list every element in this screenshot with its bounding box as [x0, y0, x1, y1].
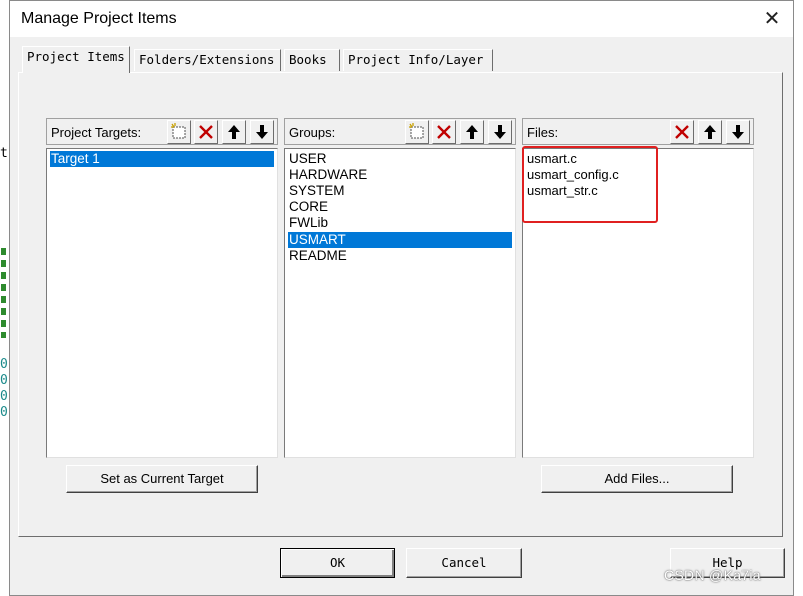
targets-header: Project Targets:	[46, 118, 278, 145]
editor-char: 0	[0, 373, 8, 388]
move-target-down-button[interactable]	[250, 120, 274, 144]
groups-header-label: Groups:	[289, 125, 336, 140]
delete-file-button[interactable]	[670, 120, 694, 144]
targets-header-label: Project Targets:	[51, 125, 142, 140]
tab-folders-extensions[interactable]: Folders/Extensions	[134, 49, 281, 71]
editor-comment-glyphs	[1, 248, 6, 338]
highlight-annotation	[522, 146, 658, 223]
move-up-icon	[228, 125, 240, 139]
delete-icon	[437, 125, 451, 139]
groups-list[interactable]: USER HARDWARE SYSTEM CORE FWLib USMART R…	[284, 148, 516, 458]
move-file-down-button[interactable]	[726, 120, 750, 144]
list-item[interactable]: HARDWARE	[288, 167, 512, 183]
new-item-icon	[171, 123, 186, 139]
editor-char: 0	[0, 389, 8, 404]
list-item[interactable]: SYSTEM	[288, 183, 512, 199]
delete-target-button[interactable]	[194, 120, 218, 144]
move-up-icon	[466, 125, 478, 139]
new-target-button[interactable]	[167, 120, 191, 144]
move-target-up-button[interactable]	[222, 120, 246, 144]
list-item[interactable]: USER	[288, 151, 512, 167]
list-item[interactable]: README	[288, 248, 512, 264]
tab-project-info-layer[interactable]: Project Info/Layer	[343, 49, 493, 71]
move-file-up-button[interactable]	[698, 120, 722, 144]
cancel-button[interactable]: Cancel	[406, 548, 522, 578]
ok-button[interactable]: OK	[280, 548, 395, 578]
set-as-current-target-button[interactable]: Set as Current Target	[66, 465, 258, 493]
list-item[interactable]: FWLib	[288, 215, 512, 231]
new-group-button[interactable]	[405, 120, 429, 144]
close-icon[interactable]: ✕	[759, 5, 785, 31]
move-group-down-button[interactable]	[488, 120, 512, 144]
tab-project-items[interactable]: Project Items	[22, 46, 130, 73]
add-files-button[interactable]: Add Files...	[541, 465, 733, 493]
move-group-up-button[interactable]	[460, 120, 484, 144]
list-item[interactable]: USMART	[288, 232, 512, 248]
delete-icon	[199, 125, 213, 139]
new-item-icon	[409, 123, 424, 139]
files-header: Files:	[522, 118, 754, 145]
tab-books[interactable]: Books	[284, 49, 340, 71]
list-item[interactable]: CORE	[288, 199, 512, 215]
watermark: CSDN @Ka7ia	[664, 567, 761, 583]
move-down-icon	[494, 125, 506, 139]
delete-icon	[675, 125, 689, 139]
targets-list[interactable]: Target 1	[46, 148, 278, 458]
editor-char: 0	[0, 357, 8, 372]
dialog-title: Manage Project Items	[21, 10, 177, 27]
delete-group-button[interactable]	[432, 120, 456, 144]
move-up-icon	[704, 125, 716, 139]
files-header-label: Files:	[527, 125, 559, 140]
move-down-icon	[732, 125, 744, 139]
move-down-icon	[256, 125, 268, 139]
list-item[interactable]: Target 1	[50, 151, 274, 167]
groups-header: Groups:	[284, 118, 516, 145]
editor-char: 0	[0, 405, 8, 420]
editor-char: t	[0, 146, 8, 161]
